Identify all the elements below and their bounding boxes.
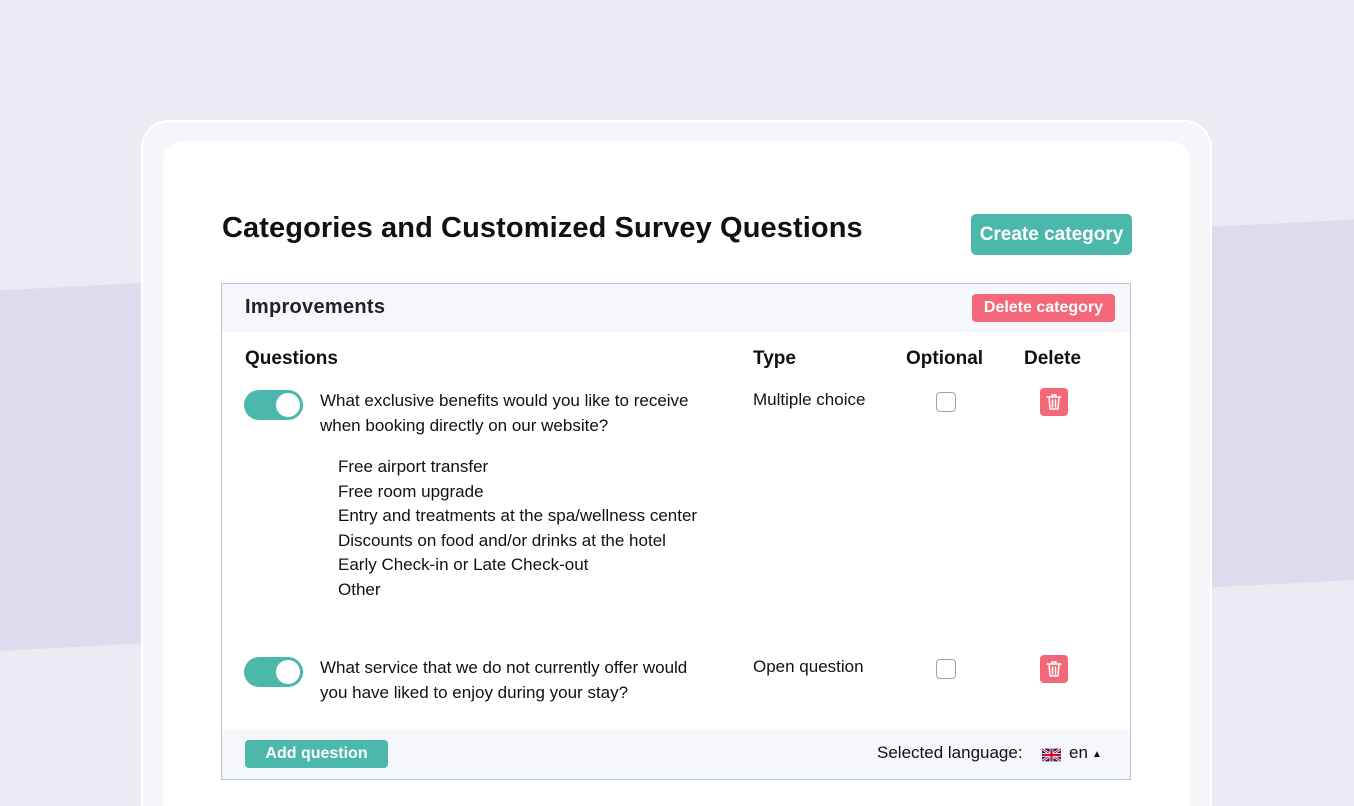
caret-up-icon[interactable]: ▲ bbox=[1092, 749, 1102, 760]
question-1-options-list: Free airport transfer Free room upgrade … bbox=[338, 455, 697, 603]
column-header-questions: Questions bbox=[245, 348, 338, 369]
question-1-delete-button[interactable] bbox=[1040, 388, 1068, 416]
category-footer: Add question Selected language: en ▲ bbox=[222, 730, 1130, 779]
question-2-type: Open question bbox=[753, 657, 864, 676]
option-item: Discounts on food and/or drinks at the h… bbox=[338, 530, 666, 550]
question-2-enabled-toggle[interactable] bbox=[244, 657, 303, 687]
toggle-knob bbox=[276, 393, 300, 417]
option-item: Early Check-in or Late Check-out bbox=[338, 555, 589, 575]
option-item: Free airport transfer bbox=[338, 457, 489, 476]
column-header-delete: Delete bbox=[1024, 348, 1082, 369]
category-panel: Improvements Delete category Questions T… bbox=[221, 283, 1131, 780]
question-1-enabled-toggle[interactable] bbox=[244, 390, 303, 420]
question-1-type: Multiple choice bbox=[753, 390, 866, 409]
question-1-text: What exclusive benefits would you like t… bbox=[320, 391, 689, 435]
toggle-knob bbox=[276, 660, 300, 684]
trash-icon bbox=[1046, 661, 1062, 677]
category-header: Improvements Delete category bbox=[222, 284, 1130, 332]
delete-category-button[interactable]: Delete category bbox=[972, 294, 1115, 322]
selected-language-label: Selected language: bbox=[877, 743, 1023, 762]
column-header-optional: Optional bbox=[906, 348, 984, 369]
trash-icon bbox=[1046, 394, 1062, 410]
question-2-text: What service that we do not currently of… bbox=[320, 658, 688, 702]
create-category-button[interactable]: Create category bbox=[971, 214, 1132, 255]
uk-flag-icon[interactable] bbox=[1042, 748, 1061, 762]
question-2-delete-button[interactable] bbox=[1040, 655, 1068, 683]
option-item: Other bbox=[338, 579, 381, 599]
language-selector[interactable]: en bbox=[1069, 743, 1088, 763]
option-item: Entry and treatments at the spa/wellness… bbox=[338, 506, 698, 526]
category-title: Improvements bbox=[245, 296, 386, 318]
column-header-type: Type bbox=[753, 348, 796, 369]
option-item: Free room upgrade bbox=[338, 481, 484, 501]
add-question-button[interactable]: Add question bbox=[245, 740, 388, 768]
question-2-optional-checkbox[interactable] bbox=[936, 659, 956, 679]
page-title: Categories and Customized Survey Questio… bbox=[222, 212, 863, 244]
question-1-optional-checkbox[interactable] bbox=[936, 392, 956, 412]
